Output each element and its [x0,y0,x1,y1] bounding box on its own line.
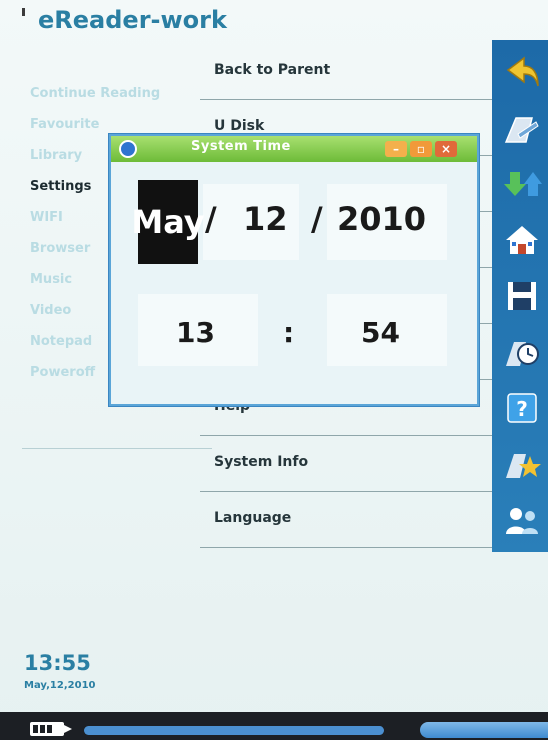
close-icon: × [440,142,452,156]
settings-item-label: Language [214,510,292,526]
home-icon[interactable] [496,214,548,266]
year-field[interactable]: 2010 [337,200,426,238]
maximize-button[interactable]: ▫ [410,141,432,157]
battery-icon [30,722,72,736]
dialog-app-icon [119,140,137,158]
status-bar [0,712,548,740]
users-icon[interactable] [496,494,548,546]
reading-progress-bar[interactable] [84,726,384,735]
settings-item-label: U Disk [214,118,265,134]
clock-time: 13:55 [24,651,91,675]
swap-icon[interactable] [496,158,548,210]
time-separator: : [283,316,295,349]
date-separator: / [205,200,217,238]
favorite-icon[interactable] [496,438,548,490]
system-time-dialog: System Time – ▫ × May / 12 / 2010 13 : 5… [109,134,479,406]
title-mark [22,8,25,16]
clock-icon[interactable] [496,326,548,378]
dialog-titlebar[interactable]: System Time – ▫ × [111,136,477,162]
settings-item-system-info[interactable]: System Info [200,436,500,492]
maximize-icon: ▫ [416,142,426,156]
settings-item-language[interactable]: Language [200,492,500,548]
list-divider [200,547,492,548]
hour-field[interactable]: 13 [176,316,215,349]
left-menu-divider [22,448,212,449]
menu-item-continue-reading[interactable]: Continue Reading [30,78,202,109]
app-title: eReader-work [38,6,227,34]
minute-field[interactable]: 54 [361,316,400,349]
day-field[interactable]: 12 [243,200,288,238]
right-toolbar: ? [492,40,548,552]
save-icon[interactable] [496,270,548,322]
scroll-handle[interactable] [420,722,548,738]
close-button[interactable]: × [435,141,457,157]
month-field[interactable]: May [131,180,205,264]
edit-icon[interactable] [496,102,548,154]
minimize-button[interactable]: – [385,141,407,157]
clock-date: May,12,2010 [24,680,96,691]
minimize-icon: – [393,142,399,156]
svg-text:?: ? [516,397,528,421]
settings-item-label: System Info [214,454,309,470]
help-icon[interactable]: ? [496,382,548,434]
ereader-screen: eReader-work Continue Reading Favourite … [0,0,548,740]
back-arrow-icon[interactable] [496,46,548,98]
settings-item-back-to-parent[interactable]: Back to Parent [200,44,500,100]
settings-item-label: Back to Parent [214,62,331,78]
date-separator: / [311,200,323,238]
dialog-title: System Time [191,139,291,154]
